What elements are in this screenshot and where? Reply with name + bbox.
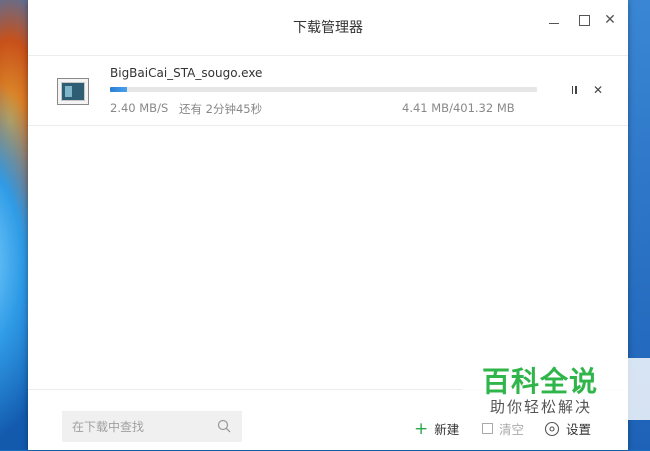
minimize-icon — [549, 22, 559, 24]
download-speed: 2.40 MB/S — [110, 101, 169, 115]
gear-icon — [544, 421, 560, 436]
download-file-name[interactable]: BigBaiCai_STA_sougo.exe — [110, 66, 262, 80]
plus-icon: + — [414, 418, 429, 439]
close-icon: ✕ — [604, 12, 616, 28]
settings-button[interactable]: 设置 — [544, 419, 591, 438]
new-download-button[interactable]: + 新建 — [414, 419, 459, 438]
watermark-subtitle: 助你轻松解决 — [490, 398, 593, 416]
cancel-download-button[interactable]: ✕ — [590, 82, 606, 98]
pause-download-button[interactable] — [566, 82, 582, 98]
clear-button[interactable]: 清空 — [482, 419, 524, 438]
clear-label: 清空 — [499, 422, 525, 437]
watermark-title: 百科全说 — [482, 365, 599, 398]
close-icon: ✕ — [592, 83, 604, 97]
minimize-button[interactable] — [544, 10, 564, 30]
download-item[interactable]: BigBaiCai_STA_sougo.exe 2.40 MB/S 还有 2分钟… — [28, 56, 628, 126]
download-progress-bar — [110, 87, 537, 92]
new-download-label: 新建 — [434, 422, 460, 437]
maximize-icon — [578, 14, 590, 26]
window-title: 下载管理器 — [293, 20, 363, 36]
close-window-button[interactable]: ✕ — [600, 10, 620, 30]
download-progress-fill — [110, 87, 128, 92]
download-size: 4.41 MB/401.32 MB — [402, 101, 515, 115]
download-time-remaining: 还有 2分钟45秒 — [179, 102, 263, 116]
search-input[interactable] — [62, 411, 242, 442]
settings-label: 设置 — [566, 422, 592, 437]
pause-icon — [571, 86, 577, 94]
checkbox-icon — [482, 423, 493, 434]
maximize-button[interactable] — [574, 10, 594, 30]
watermark-logo: 百科全说 助你轻松解决 — [462, 358, 650, 420]
title-bar[interactable]: 下载管理器 ✕ — [28, 0, 628, 56]
exe-file-icon — [57, 78, 89, 105]
search-icon[interactable] — [217, 419, 231, 433]
